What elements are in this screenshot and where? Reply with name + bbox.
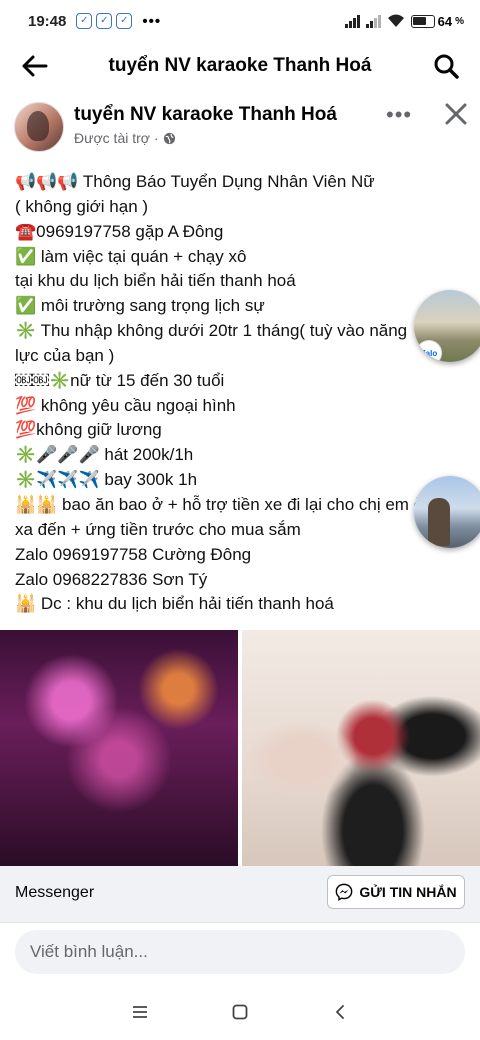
signal-icon <box>365 14 381 28</box>
page-name[interactable]: tuyển NV karaoke Thanh Hoá <box>74 104 337 126</box>
sponsored-label: Được tài trợ · <box>74 130 176 146</box>
home-button[interactable] <box>225 997 255 1027</box>
post-line: ￼￼✳️nữ từ 15 đến 30 tuổi <box>15 370 225 390</box>
post-line: tại khu du lịch biển hải tiến thanh hoá <box>15 271 296 291</box>
post-line: xa đến + ứng tiền trước cho mua sắm <box>15 519 301 539</box>
post-line: Zalo 0969197758 Cường Đông <box>15 544 252 564</box>
menu-lines-icon <box>133 1006 147 1018</box>
page-title: tuyển NV karaoke Thanh Hoá <box>108 55 372 76</box>
system-nav-bar <box>0 984 480 1040</box>
post-line: 🕌 Dc : khu du lịch biển hải tiến thanh h… <box>15 594 334 614</box>
search-button[interactable] <box>412 42 480 90</box>
battery-icon <box>410 14 435 28</box>
chevron-left-icon <box>336 1005 344 1019</box>
close-icon <box>445 103 467 125</box>
globe-icon <box>163 132 175 144</box>
cta-label: Messenger <box>15 884 95 901</box>
more-notifications-icon: ••• <box>142 12 162 30</box>
chat-head-zalo[interactable]: Zalo <box>414 290 480 362</box>
post-line: ☎️0969197758 gặp A Đông <box>15 221 224 241</box>
post-line: ✅ môi trường sang trọng lịch sự <box>15 296 265 316</box>
post-line: 📢📢📢 Thông Báo Tuyển Dụng Nhân Viên Nữ <box>15 172 375 191</box>
signal-icon <box>344 14 360 28</box>
post-line: 💯không giữ lương <box>15 420 162 440</box>
post-line: ✳️ Thu nhập không dưới 20tr 1 tháng( tuỳ… <box>15 321 408 341</box>
notification-icon: ✓ <box>116 13 133 29</box>
page-avatar[interactable] <box>14 102 64 152</box>
comment-input[interactable] <box>15 930 465 974</box>
battery-percent: 64 <box>437 13 453 29</box>
clock: 19:48 <box>28 12 67 30</box>
post-header: tuyển NV karaoke Thanh Hoá Được tài trợ … <box>0 98 480 156</box>
post-line: 💯 không yêu cầu ngoại hình <box>15 395 236 415</box>
more-dots-icon[interactable]: ••• <box>386 102 412 128</box>
sponsored-text: Được tài trợ · <box>74 130 159 146</box>
post-photo-karaoke-room[interactable] <box>0 630 238 866</box>
system-back-button[interactable] <box>325 997 355 1027</box>
post-line: ( không giới hạn ) <box>15 196 149 216</box>
zalo-badge-icon: Zalo <box>416 340 442 362</box>
battery-indicator: 64% <box>410 13 464 29</box>
comment-bar <box>0 922 480 984</box>
send-message-button[interactable]: GỬI TIN NHẮN <box>327 875 465 909</box>
wifi-icon <box>387 14 404 27</box>
app-bar: tuyển NV karaoke Thanh Hoá <box>0 42 480 90</box>
send-message-label: GỬI TIN NHẮN <box>359 884 457 900</box>
post-body: 📢📢📢 Thông Báo Tuyển Dụng Nhân Viên Nữ ( … <box>15 170 480 617</box>
notification-icon: ✓ <box>76 13 93 29</box>
messenger-icon <box>336 883 353 901</box>
back-button[interactable] <box>0 42 68 90</box>
recents-button[interactable] <box>125 997 155 1027</box>
notification-icons: ✓ ✓ ✓ <box>76 13 133 29</box>
notification-icon: ✓ <box>96 13 113 29</box>
post-photo-staff[interactable] <box>242 630 480 866</box>
post-line: lực của bạn ) <box>15 345 115 365</box>
back-arrow-icon <box>22 55 48 77</box>
close-button[interactable] <box>442 100 470 128</box>
post-line: ✅ làm việc tại quán + chạy xô <box>15 246 247 266</box>
search-icon <box>434 54 459 79</box>
status-bar: 19:48 ✓ ✓ ✓ ••• 64% <box>0 0 480 42</box>
post-line: ✳️🎤🎤🎤 hát 200k/1h <box>15 445 194 465</box>
post-line: 🕌🕌 bao ăn bao ở + hỗ trợ tiền xe đi lại … <box>15 494 425 514</box>
messenger-cta-bar: Messenger GỬI TIN NHẮN <box>0 866 480 922</box>
post-line: Zalo 0968227836 Sơn Tý <box>15 569 208 589</box>
post-line: ✳️✈️✈️✈️ bay 300k 1h <box>15 470 198 490</box>
home-square-icon <box>232 1004 248 1020</box>
chat-head-contact[interactable] <box>414 476 480 548</box>
